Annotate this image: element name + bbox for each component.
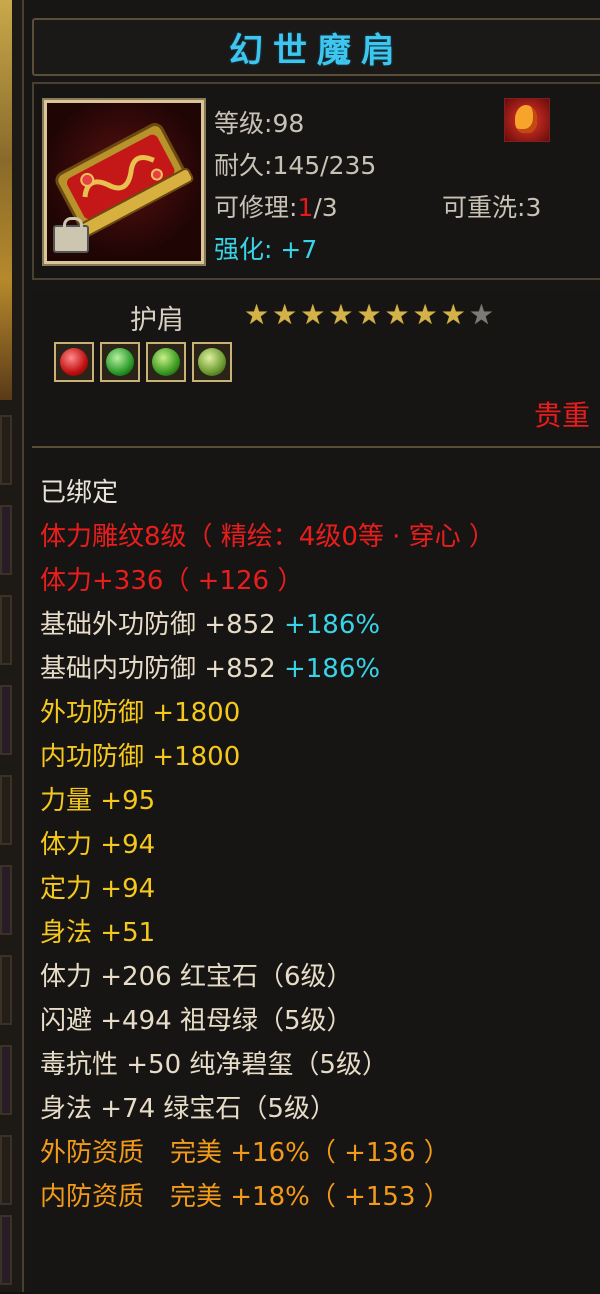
side-slot[interactable] bbox=[0, 775, 12, 845]
bound-status: 已绑定 bbox=[40, 478, 119, 508]
class-emblem-icon bbox=[504, 98, 550, 142]
gem-slot[interactable] bbox=[192, 342, 232, 382]
gem-slots bbox=[54, 342, 232, 382]
attr-label: 定力 bbox=[40, 874, 93, 904]
enhance-value: +7 bbox=[280, 235, 318, 264]
attr-label: 外功防御 bbox=[40, 698, 145, 728]
engrave-line: 体力雕纹8级（ 精绘：4级0等 · 穿心 ） bbox=[40, 522, 495, 552]
side-slot[interactable] bbox=[0, 685, 12, 755]
rarity-label: 贵重 bbox=[533, 399, 590, 432]
star-icon: ★ bbox=[272, 298, 298, 331]
reforge-line: 可重洗:3 bbox=[442, 193, 542, 222]
attr-value: +94 bbox=[100, 830, 156, 860]
gem-slot[interactable] bbox=[100, 342, 140, 382]
gem-bonus-line: 闪避 +494 祖母绿（5级） bbox=[40, 1006, 353, 1036]
attr-value: +1800 bbox=[152, 698, 241, 728]
jade-gem-icon bbox=[198, 348, 226, 376]
level-value: 98 bbox=[272, 109, 305, 138]
inner-def-line: 内功防御 +1800 bbox=[40, 742, 240, 772]
durability-line: 耐久:145/235 bbox=[214, 151, 377, 180]
item-type: 护肩 bbox=[130, 305, 184, 336]
gem-bonus-line: 毒抗性 +50 纯净碧玺（5级） bbox=[40, 1050, 388, 1080]
side-slot[interactable] bbox=[0, 955, 12, 1025]
side-slot[interactable] bbox=[0, 1215, 12, 1285]
attr-label: 基础外功防御 bbox=[40, 610, 197, 640]
attr-percent: +186% bbox=[283, 610, 381, 640]
left-side-strip bbox=[0, 0, 24, 1292]
star-icon: ★ bbox=[328, 298, 354, 331]
level-label: 等级 bbox=[214, 109, 265, 138]
star-icon: ★ bbox=[244, 298, 270, 331]
side-slot[interactable] bbox=[0, 595, 12, 665]
quality-line: 内防资质 完美 +18%（ +153 ） bbox=[40, 1182, 450, 1212]
star-rating: ★ ★ ★ ★ ★ ★ ★ ★ ★ bbox=[244, 300, 494, 330]
item-icon-frame[interactable] bbox=[42, 98, 206, 266]
agility-line: 身法 +51 bbox=[40, 918, 155, 948]
red-gem-icon bbox=[60, 348, 88, 376]
star-icon: ★ bbox=[384, 298, 410, 331]
base-outer-def-line: 基础外功防御 +852 +186% bbox=[40, 610, 380, 640]
repair-total: /3 bbox=[313, 193, 338, 222]
attr-label: 内功防御 bbox=[40, 742, 145, 772]
star-icon: ★ bbox=[440, 298, 466, 331]
attr-percent: +186% bbox=[283, 654, 381, 684]
focus-line: 定力 +94 bbox=[40, 874, 155, 904]
attr-value: +95 bbox=[100, 786, 156, 816]
star-empty-icon: ★ bbox=[468, 298, 494, 331]
star-icon: ★ bbox=[300, 298, 326, 331]
star-icon: ★ bbox=[356, 298, 382, 331]
repair-used: 1 bbox=[297, 193, 314, 222]
attr-label: 身法 bbox=[40, 918, 93, 948]
side-slot[interactable] bbox=[0, 1045, 12, 1115]
repair-line: 可修理:1/3 bbox=[214, 193, 338, 222]
outer-def-line: 外功防御 +1800 bbox=[40, 698, 240, 728]
quality-line: 外防资质 完美 +16%（ +136 ） bbox=[40, 1138, 450, 1168]
gem-bonus-line: 身法 +74 绿宝石（5级） bbox=[40, 1094, 336, 1124]
enhance-line: 强化: +7 bbox=[214, 235, 318, 264]
attr-value: +51 bbox=[100, 918, 156, 948]
strength-line: 力量 +95 bbox=[40, 786, 155, 816]
item-name: 幻世魔肩 bbox=[229, 30, 405, 71]
enhance-label: 强化 bbox=[214, 235, 265, 264]
engrave-stamina-line: 体力+336（ +126 ） bbox=[40, 566, 304, 596]
green-gem-icon bbox=[106, 348, 134, 376]
attr-value: +852 bbox=[204, 654, 276, 684]
gem-bonus-line: 体力 +206 红宝石（6级） bbox=[40, 962, 353, 992]
attr-label: 力量 bbox=[40, 786, 93, 816]
item-type-box: 护肩 ★ ★ ★ ★ ★ ★ ★ ★ ★ 贵重 bbox=[32, 290, 600, 440]
star-icon: ★ bbox=[412, 298, 438, 331]
attr-value: +94 bbox=[100, 874, 156, 904]
gem-slot[interactable] bbox=[54, 342, 94, 382]
shoulder-armor-icon bbox=[47, 103, 201, 261]
level-line: 等级:98 bbox=[214, 109, 305, 138]
green-gem-icon bbox=[152, 348, 180, 376]
side-slot[interactable] bbox=[0, 865, 12, 935]
side-slot[interactable] bbox=[0, 505, 12, 575]
stamina-line: 体力 +94 bbox=[40, 830, 155, 860]
reforge-label: 可重洗 bbox=[442, 193, 518, 222]
background-art bbox=[0, 0, 12, 400]
side-slot[interactable] bbox=[0, 415, 12, 485]
base-inner-def-line: 基础内功防御 +852 +186% bbox=[40, 654, 380, 684]
durability-value: 145/235 bbox=[272, 151, 377, 180]
repair-label: 可修理 bbox=[214, 193, 290, 222]
side-slot[interactable] bbox=[0, 1135, 12, 1205]
item-tooltip-panel: 幻世魔肩 等级:98 耐久:145/235 可修理:1/3 可重洗:3 强化: … bbox=[22, 0, 600, 1294]
reforge-value: 3 bbox=[525, 193, 542, 222]
attr-value: +852 bbox=[204, 610, 276, 640]
title-bar: 幻世魔肩 bbox=[32, 18, 600, 76]
durability-label: 耐久 bbox=[214, 151, 265, 180]
lock-icon bbox=[53, 217, 89, 253]
attr-label: 基础内功防御 bbox=[40, 654, 197, 684]
item-info-box: 等级:98 耐久:145/235 可修理:1/3 可重洗:3 强化: +7 bbox=[32, 82, 600, 280]
attr-value: +1800 bbox=[152, 742, 241, 772]
gem-slot[interactable] bbox=[146, 342, 186, 382]
attr-label: 体力 bbox=[40, 830, 93, 860]
attribute-list: 已绑定 体力雕纹8级（ 精绘：4级0等 · 穿心 ） 体力+336（ +126 … bbox=[32, 446, 600, 1294]
